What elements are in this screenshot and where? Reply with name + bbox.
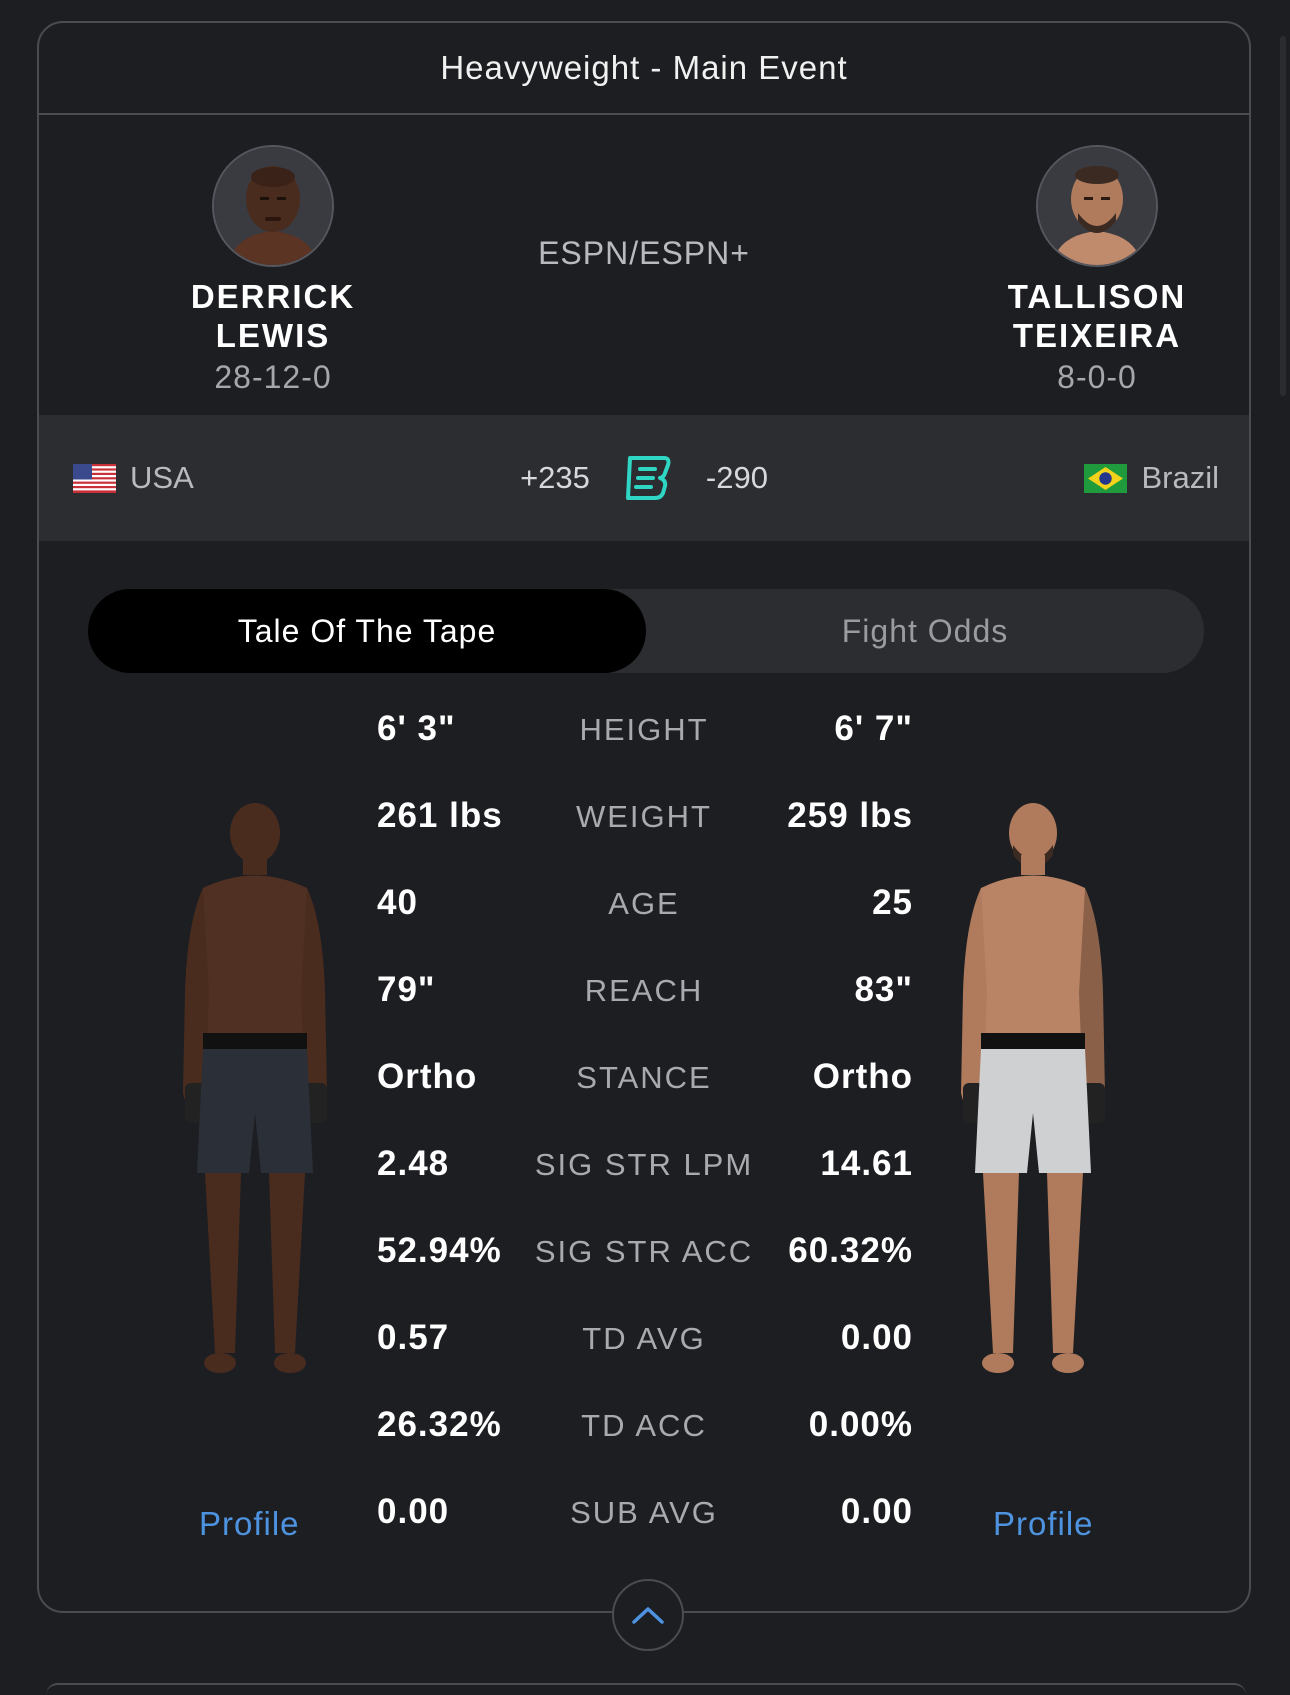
stat-right-value: 6' 7" xyxy=(834,709,913,748)
stat-label: WEIGHT xyxy=(576,799,712,834)
next-fight-card-edge xyxy=(46,1683,1246,1695)
stat-row-sig-str-acc: 52.94% SIG STR ACC 60.32% xyxy=(39,1231,1249,1291)
stat-row-sig-str-lpm: 2.48 SIG STR LPM 14.61 xyxy=(39,1144,1249,1204)
bout-title: Heavyweight - Main Event xyxy=(39,23,1249,115)
stat-label: HEIGHT xyxy=(579,712,709,747)
stat-row-stance: Ortho STANCE Ortho xyxy=(39,1057,1249,1117)
stat-right-value: Ortho xyxy=(812,1057,913,1096)
stat-label: TD ACC xyxy=(581,1408,707,1443)
stat-label: AGE xyxy=(608,886,680,921)
matchup-header: DERRICK LEWIS 28-12-0 ESPN/ESPN+ TALLISO… xyxy=(39,115,1249,415)
tab-tale-of-the-tape[interactable]: Tale Of The Tape xyxy=(88,589,646,673)
stat-row-weight: 261 lbs WEIGHT 259 lbs xyxy=(39,796,1249,856)
collapse-button[interactable] xyxy=(612,1579,684,1651)
stat-row-age: 40 AGE 25 xyxy=(39,883,1249,943)
stat-right-value: 60.32% xyxy=(788,1231,913,1270)
stat-label: STANCE xyxy=(576,1060,712,1095)
stat-row-reach: 79" REACH 83" xyxy=(39,970,1249,1030)
stat-row-td-avg: 0.57 TD AVG 0.00 xyxy=(39,1318,1249,1378)
betting-book-icon[interactable] xyxy=(624,455,672,501)
stat-label: REACH xyxy=(584,973,704,1008)
stat-right-value: 14.61 xyxy=(820,1144,913,1183)
fighter-right-country-label: Brazil xyxy=(1141,460,1219,495)
stat-label: SIG STR ACC xyxy=(534,1234,754,1269)
stat-right-value: 0.00 xyxy=(840,1318,913,1357)
chevron-up-icon xyxy=(632,1607,664,1624)
stat-right-value: 0.00% xyxy=(808,1405,913,1444)
fighter-left-record: 28-12-0 xyxy=(214,359,332,395)
fighter-right-first-name: TALLISON xyxy=(1007,278,1187,315)
view-tabs: Tale Of The Tape Fight Odds xyxy=(88,589,1204,673)
fighter-left-first-name: DERRICK xyxy=(190,278,356,315)
fighter-right-odds: -290 xyxy=(705,460,768,495)
fighter-right-summary[interactable]: TALLISON TEIXEIRA 8-0-0 xyxy=(967,145,1227,396)
stat-row-height: 6' 3" HEIGHT 6' 7" xyxy=(39,709,1249,769)
fighter-right-country: Brazil xyxy=(1084,460,1219,496)
stat-right-value: 0.00 xyxy=(840,1492,913,1531)
fighter-left-odds: +235 xyxy=(520,460,590,495)
fighter-left-profile-link[interactable]: Profile xyxy=(199,1505,300,1543)
stat-right-value: 25 xyxy=(872,883,913,922)
fight-card: Heavyweight - Main Event DERRICK LEWIS 2… xyxy=(37,21,1251,1651)
stat-label: TD AVG xyxy=(582,1321,706,1356)
tab-fight-odds[interactable]: Fight Odds xyxy=(646,589,1204,673)
fighter-right-avatar[interactable] xyxy=(1036,145,1158,267)
odds-line: +235 -290 xyxy=(39,455,1249,501)
fighter-right-record: 8-0-0 xyxy=(1057,359,1137,395)
brazil-flag-icon xyxy=(1084,463,1128,493)
odds-bar: USA +235 -290 Brazil xyxy=(39,415,1249,541)
stat-row-td-acc: 26.32% TD ACC 0.00% xyxy=(39,1405,1249,1465)
stat-label: SIG STR LPM xyxy=(534,1147,754,1182)
fighter-right-last-name: TEIXEIRA xyxy=(1012,317,1182,354)
stat-right-value: 259 lbs xyxy=(787,796,913,835)
fighter-left-last-name: LEWIS xyxy=(215,317,331,354)
fighter-right-profile-link[interactable]: Profile xyxy=(993,1505,1094,1543)
scrollbar[interactable] xyxy=(1280,36,1286,396)
stat-right-value: 83" xyxy=(854,970,913,1009)
